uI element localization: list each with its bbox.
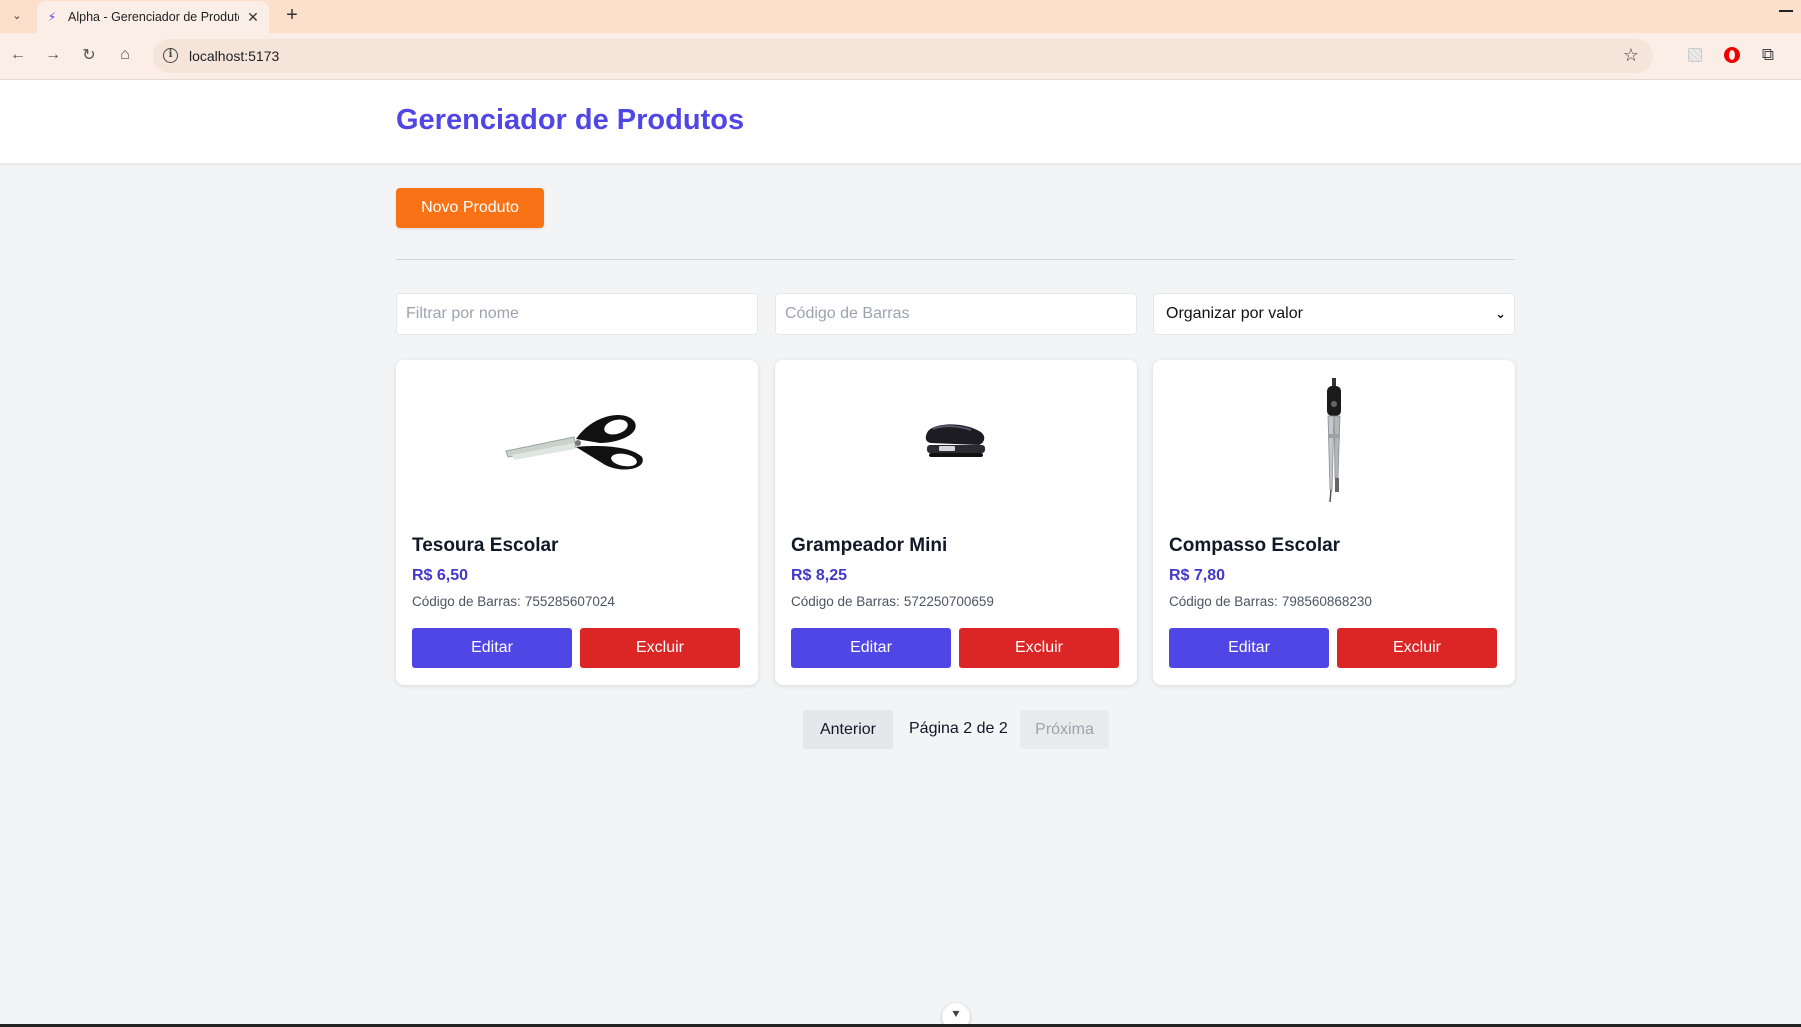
- barcode-value: 798560868230: [1281, 594, 1372, 609]
- opera-extension-icon[interactable]: [1722, 45, 1742, 65]
- edit-button[interactable]: Editar: [1169, 628, 1329, 668]
- delete-button[interactable]: Excluir: [1337, 628, 1497, 668]
- product-image: [396, 376, 758, 504]
- product-name: Tesoura Escolar: [412, 535, 559, 556]
- new-product-button[interactable]: Novo Produto: [396, 188, 544, 228]
- next-page-button[interactable]: Próxima: [1020, 710, 1109, 749]
- product-barcode: Código de Barras: 755285607024: [412, 594, 615, 609]
- tab-close-icon[interactable]: ✕: [245, 9, 261, 26]
- compass-icon: [1327, 378, 1341, 502]
- barcode-label: Código de Barras:: [412, 594, 521, 609]
- site-info-icon[interactable]: i: [163, 48, 178, 63]
- product-image: [1153, 376, 1515, 504]
- barcode-label: Código de Barras:: [1169, 594, 1278, 609]
- name-filter-input[interactable]: [396, 293, 758, 335]
- new-tab-button[interactable]: +: [279, 3, 305, 29]
- scissors-icon: [505, 415, 643, 470]
- browser-tab[interactable]: ⚡ Alpha - Gerenciador de Produtos ✕: [37, 1, 269, 33]
- reload-icon[interactable]: ↻: [76, 42, 102, 68]
- barcode-value: 755285607024: [524, 594, 615, 609]
- page-title: Gerenciador de Produtos: [396, 104, 745, 136]
- edit-button[interactable]: Editar: [791, 628, 951, 668]
- delete-button[interactable]: Excluir: [580, 628, 740, 668]
- barcode-label: Código de Barras:: [791, 594, 900, 609]
- product-card: Grampeador Mini R$ 8,25 Código de Barras…: [775, 360, 1137, 685]
- sort-select-value: Organizar por valor: [1166, 305, 1303, 322]
- product-barcode: Código de Barras: 572250700659: [791, 594, 994, 609]
- window-minimize-icon[interactable]: [1779, 10, 1793, 12]
- barcode-value: 572250700659: [903, 594, 994, 609]
- product-card: Compasso Escolar R$ 7,80 Código de Barra…: [1153, 360, 1515, 685]
- product-card: Tesoura Escolar R$ 6,50 Código de Barras…: [396, 360, 758, 685]
- forward-arrow-icon[interactable]: →: [40, 42, 66, 68]
- extensions-puzzle-icon[interactable]: ⧉: [1758, 45, 1778, 65]
- edit-button[interactable]: Editar: [412, 628, 572, 668]
- vite-favicon-icon: ⚡: [47, 10, 57, 24]
- tab-search-chevron-icon[interactable]: ⌄: [6, 4, 28, 26]
- sort-select[interactable]: Organizar por valor ⌄: [1153, 293, 1515, 335]
- browser-tab-bar: ⌄ ⚡ Alpha - Gerenciador de Produtos ✕ +: [0, 0, 1801, 33]
- product-price: R$ 7,80: [1169, 567, 1226, 584]
- back-arrow-icon[interactable]: ←: [5, 42, 31, 68]
- app-header: Gerenciador de Produtos: [0, 80, 1801, 164]
- product-name: Compasso Escolar: [1169, 535, 1341, 556]
- product-barcode: Código de Barras: 798560868230: [1169, 594, 1372, 609]
- divider: [396, 259, 1515, 260]
- browser-toolbar: ← → ↻ ⌂ i localhost:5173 ☆ ⧉: [0, 33, 1801, 80]
- delete-button[interactable]: Excluir: [959, 628, 1119, 668]
- tab-title: Alpha - Gerenciador de Produtos: [68, 10, 239, 24]
- address-bar[interactable]: i localhost:5173 ☆: [153, 39, 1653, 73]
- barcode-filter-input[interactable]: [775, 293, 1137, 335]
- address-url[interactable]: localhost:5173: [189, 48, 279, 64]
- extension-icon[interactable]: [1685, 45, 1705, 65]
- bookmark-star-icon[interactable]: ☆: [1623, 45, 1639, 66]
- stapler-icon: [925, 424, 985, 457]
- chevron-down-icon: ⌄: [1495, 306, 1506, 321]
- product-name: Grampeador Mini: [791, 535, 948, 556]
- page-indicator: Página 2 de 2: [909, 720, 1008, 737]
- product-price: R$ 6,50: [412, 567, 469, 584]
- product-price: R$ 8,25: [791, 567, 848, 584]
- previous-page-button[interactable]: Anterior: [803, 710, 893, 749]
- product-image: [775, 376, 1137, 504]
- home-icon[interactable]: ⌂: [112, 42, 138, 68]
